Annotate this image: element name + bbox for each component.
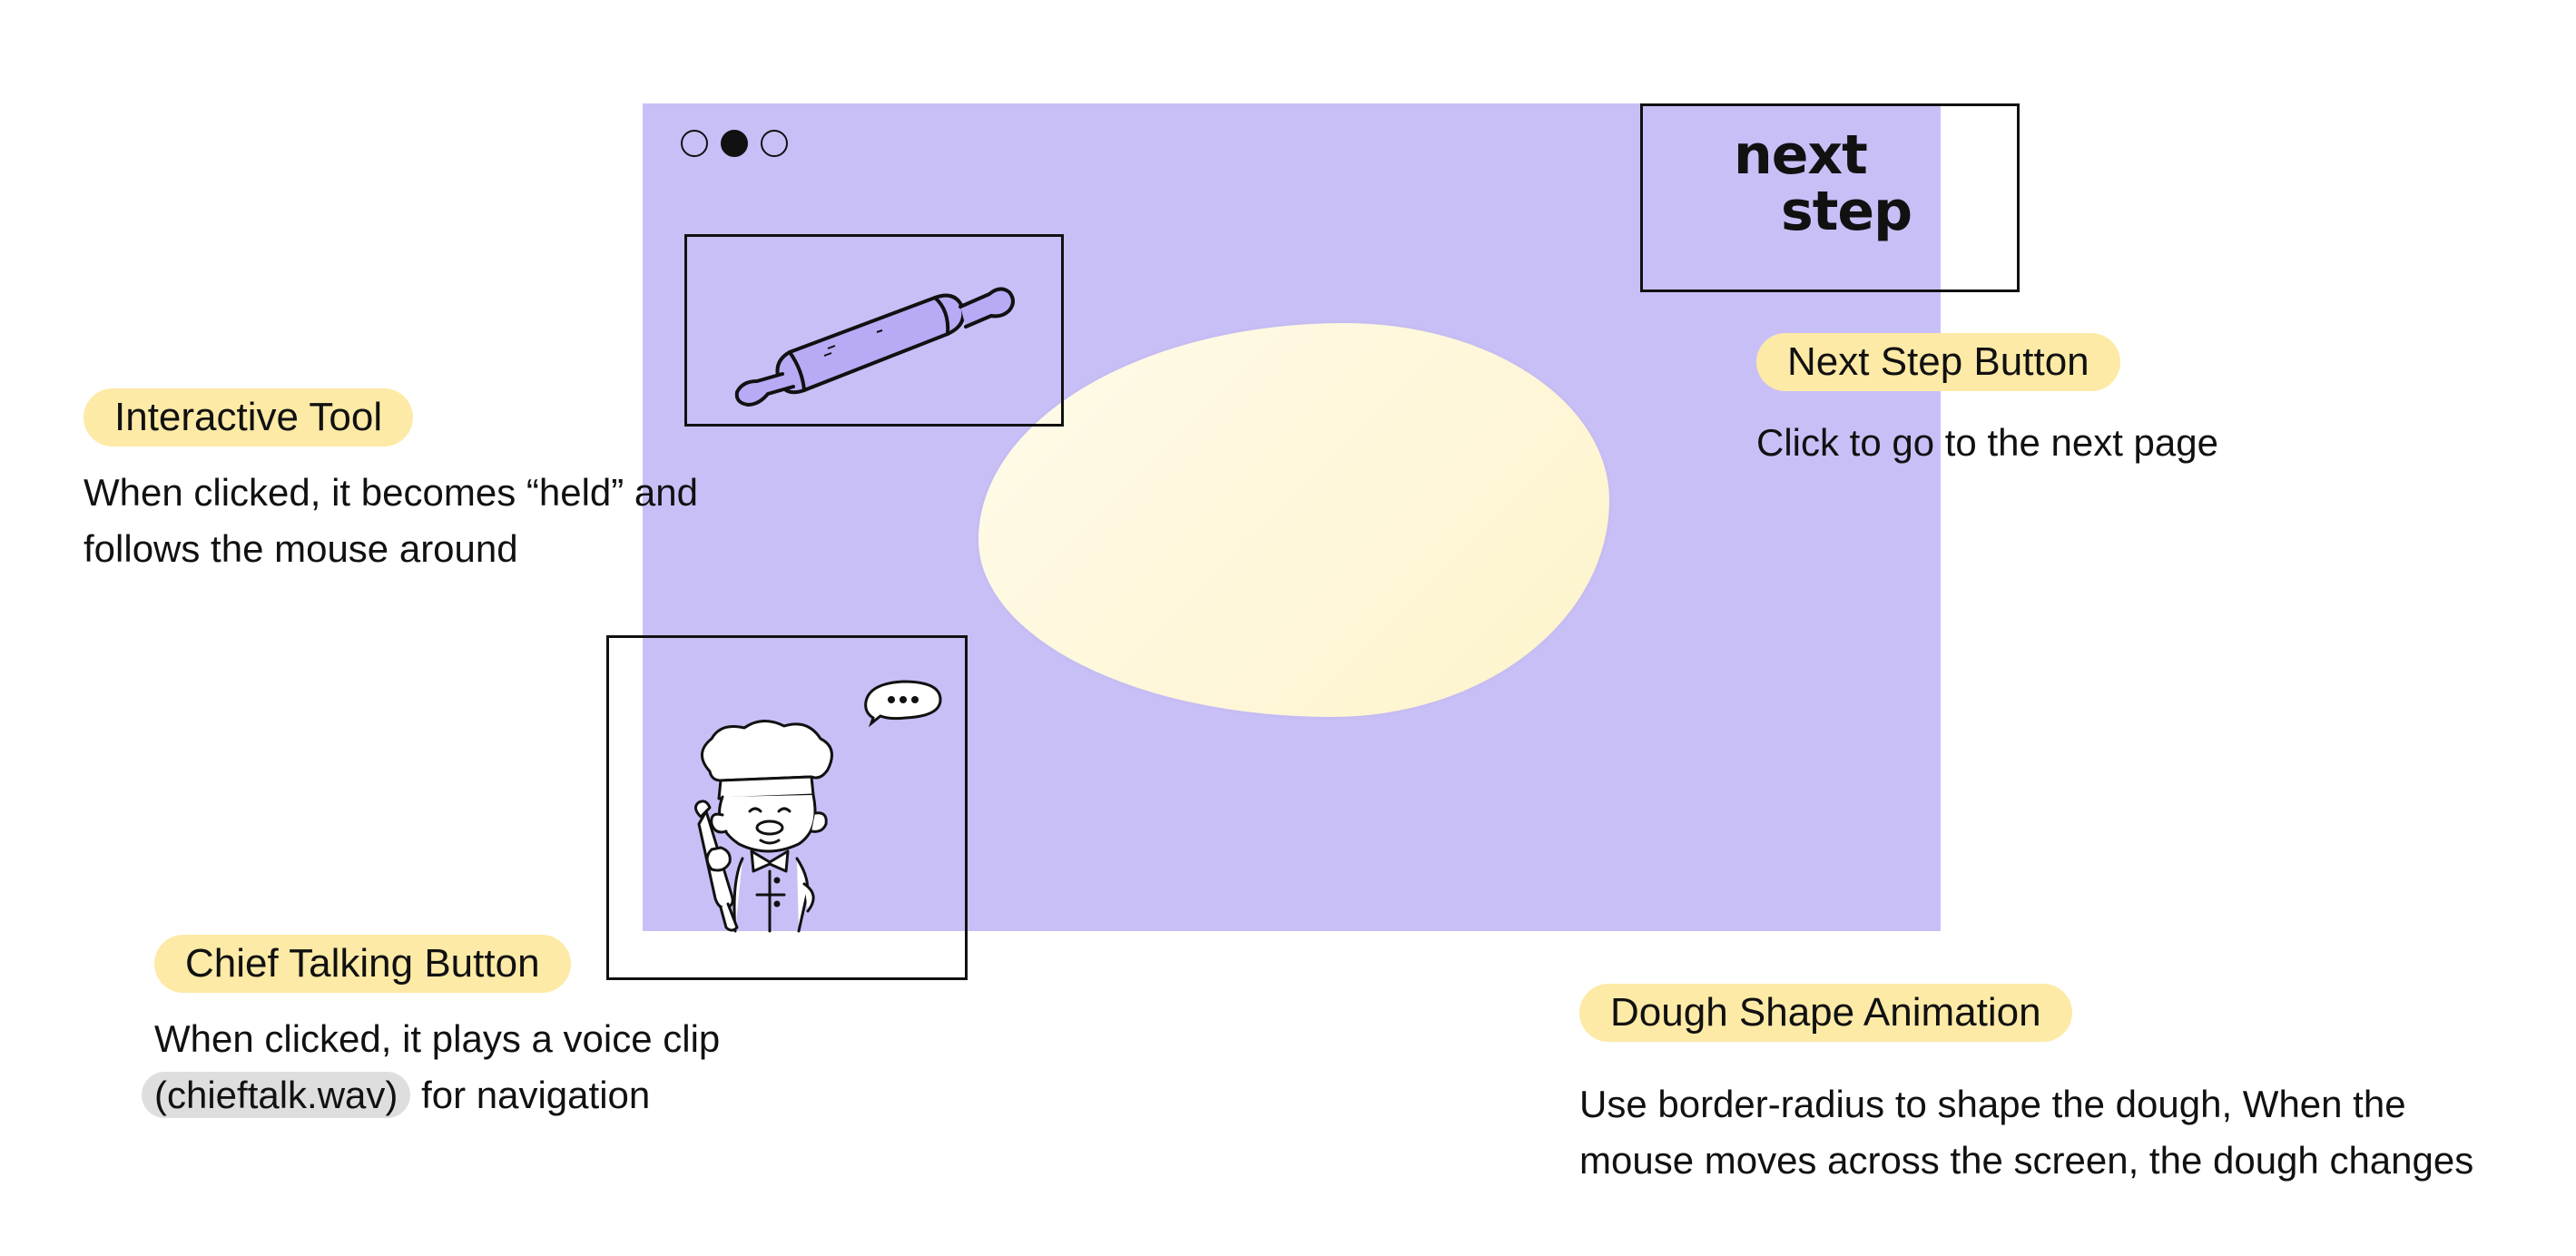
page-dot[interactable] bbox=[761, 130, 788, 157]
next-step-label[interactable]: next step bbox=[1734, 127, 1933, 240]
page-dot[interactable] bbox=[681, 130, 708, 157]
next-step-annotation-desc: Click to go to the next page bbox=[1756, 421, 2218, 464]
rolling-pin-icon[interactable] bbox=[717, 254, 1044, 408]
chief-talking-annotation-label: Chief Talking Button bbox=[154, 935, 571, 993]
next-step-annotation-label: Next Step Button bbox=[1756, 333, 2120, 391]
interactive-tool-label: Interactive Tool bbox=[84, 388, 414, 446]
page-indicator bbox=[681, 130, 788, 157]
interactive-tool-desc-line2: follows the mouse around bbox=[84, 527, 518, 570]
code-filename: (chieftalk.wav) bbox=[142, 1072, 411, 1118]
chief-talking-desc-line2: (chieftalk.wav) for navigation bbox=[142, 1067, 651, 1124]
next-step-line1: next bbox=[1734, 123, 1868, 187]
page-dot-active[interactable] bbox=[721, 130, 748, 157]
chief-talking-desc-line2-rest: for navigation bbox=[410, 1074, 651, 1116]
next-step-line2: step bbox=[1781, 180, 1912, 243]
dough-annotation-desc-line2: mouse moves across the screen, the dough… bbox=[1579, 1139, 2474, 1182]
dough-annotation-desc-line1: Use border-radius to shape the dough, Wh… bbox=[1579, 1083, 2406, 1125]
dough-annotation-label: Dough Shape Animation bbox=[1579, 984, 2072, 1042]
chief-talking-desc-line1: When clicked, it plays a voice clip bbox=[154, 1017, 721, 1060]
interactive-tool-desc-line1: When clicked, it becomes “held” and bbox=[84, 471, 698, 514]
chef-icon[interactable] bbox=[684, 717, 875, 933]
